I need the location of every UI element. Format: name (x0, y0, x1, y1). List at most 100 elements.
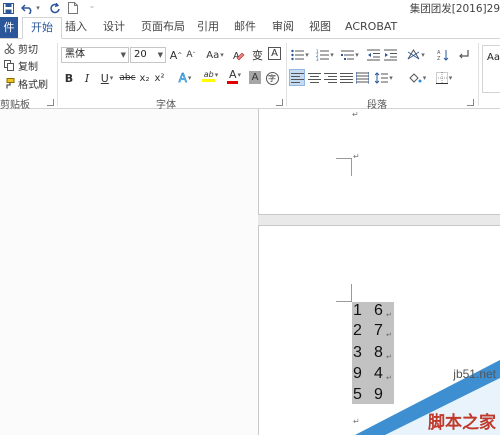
tab-acrobat[interactable]: ACROBAT (343, 17, 399, 38)
text-effects-button[interactable]: A ▾ (174, 70, 196, 86)
show-hide-marks-button[interactable] (457, 47, 471, 63)
number-left[interactable]: 2 (353, 322, 362, 340)
increase-indent-icon (383, 49, 397, 61)
character-border-button[interactable]: A (268, 47, 281, 60)
bullets-icon (291, 49, 305, 61)
title-bar: ▾ ⁼ 集团团发[2016]29 (0, 0, 500, 17)
chinese-layout-icon (407, 49, 420, 60)
tab-references[interactable]: 引用 (195, 17, 221, 38)
numbering-button[interactable]: 1 2 3 ▾ (314, 47, 336, 63)
group-divider (286, 43, 287, 106)
paint-bucket-icon (409, 73, 422, 83)
font-size-select[interactable]: 20 ▼ (130, 47, 166, 63)
character-shading-button[interactable]: A (249, 71, 261, 84)
line-spacing-button[interactable]: ▾ (373, 70, 395, 86)
font-name-select[interactable]: 黑体 ▼ (61, 47, 129, 63)
borders-icon (435, 72, 448, 84)
crop-mark (351, 158, 352, 176)
ribbon-tabs: 件 开始 插入 设计 页面布局 引用 邮件 审阅 视图 ACROBAT (0, 17, 500, 39)
justify-button[interactable] (339, 70, 353, 86)
align-center-button[interactable] (307, 70, 321, 86)
phonetic-guide-button[interactable]: 变 (251, 47, 264, 63)
document-title: 集团团发[2016]29 (409, 3, 500, 15)
number-left[interactable]: 1 (353, 302, 362, 320)
tab-file[interactable]: 件 (0, 17, 18, 38)
align-center-icon (307, 72, 321, 84)
undo-dropdown-icon[interactable]: ▾ (35, 1, 41, 15)
format-painter-label: 格式刷 (18, 79, 48, 91)
paragraph-launcher-icon[interactable] (467, 99, 474, 106)
font-launcher-icon[interactable] (276, 99, 283, 106)
sort-button[interactable]: AZ (436, 47, 450, 63)
justify-icon (339, 72, 353, 84)
undo-icon[interactable] (20, 1, 34, 15)
number-right[interactable]: 7 (374, 322, 383, 340)
chinese-layout-button[interactable]: ▾ (405, 47, 427, 63)
tab-home[interactable]: 开始 (22, 17, 62, 39)
watermark-name: 脚本之家 (428, 413, 496, 433)
italic-button[interactable]: I (82, 70, 92, 86)
bold-button[interactable]: B (64, 70, 74, 86)
copy-button[interactable]: 复制 (4, 58, 38, 73)
paragraph-mark: ↵ (386, 331, 392, 339)
tab-mailings[interactable]: 邮件 (232, 17, 258, 38)
ribbon-home: 剪切 复制 格式刷 剪贴板 黑体 ▼ 20 ▼ A ^ Aˇ Aa ▾ A 变 A … (0, 38, 500, 111)
clear-formatting-button[interactable]: A (232, 47, 245, 63)
paragraph-mark: ↵ (352, 110, 359, 119)
copy-icon (4, 59, 15, 71)
redo-icon[interactable] (47, 1, 61, 15)
format-painter-button[interactable]: 格式刷 (4, 76, 48, 91)
watermark-site: jb51.net (453, 367, 496, 381)
align-left-icon (290, 72, 304, 84)
borders-button[interactable]: ▾ (433, 70, 455, 86)
group-divider (57, 43, 58, 106)
decrease-indent-button[interactable] (366, 47, 380, 63)
multilevel-list-button[interactable]: ▾ (339, 47, 361, 63)
number-right[interactable]: 6 (374, 302, 383, 320)
shrink-font-button[interactable]: Aˇ (185, 47, 197, 63)
clipboard-launcher-icon[interactable] (47, 99, 54, 106)
highlight-color-button[interactable]: ab ▾ (199, 68, 223, 84)
style-normal-preview[interactable]: AaB (482, 45, 500, 93)
superscript-button[interactable]: x² (153, 70, 166, 86)
chevron-down-icon: ▼ (120, 51, 126, 59)
save-icon[interactable] (2, 1, 14, 15)
crop-mark (351, 284, 352, 302)
strikethrough-button[interactable]: abc (119, 70, 136, 86)
enclose-characters-button[interactable]: 字 (265, 70, 279, 86)
change-case-button[interactable]: Aa ▾ (204, 47, 226, 63)
clear-formatting-icon: A (233, 51, 244, 61)
font-color-button[interactable]: A ▾ (225, 68, 245, 84)
tab-review[interactable]: 审阅 (270, 17, 296, 38)
tab-view[interactable]: 视图 (307, 17, 333, 38)
highlight-swatch (202, 79, 215, 82)
underline-button[interactable]: U ▾ (97, 70, 117, 86)
align-right-button[interactable] (323, 70, 337, 86)
numbering-icon: 123 (316, 49, 330, 61)
line-spacing-icon (375, 72, 389, 84)
multilevel-list-icon (341, 50, 355, 60)
align-right-icon (323, 72, 337, 84)
tab-page-layout[interactable]: 页面布局 (139, 17, 187, 38)
paragraph-mark: ↵ (386, 311, 392, 319)
new-document-icon[interactable] (67, 1, 79, 15)
svg-text:3: 3 (316, 57, 319, 61)
cut-label: 剪切 (18, 44, 38, 56)
customize-qa-icon[interactable]: ⁼ (88, 1, 96, 15)
cut-button[interactable]: 剪切 (4, 41, 38, 56)
chevron-down-icon: ▼ (157, 51, 163, 59)
tab-design[interactable]: 设计 (101, 17, 127, 38)
shading-button[interactable]: ▾ (405, 70, 429, 86)
scissors-icon (4, 42, 15, 54)
distributed-button[interactable] (355, 70, 369, 86)
decrease-indent-icon (366, 49, 380, 61)
tab-insert[interactable]: 插入 (63, 17, 89, 38)
subscript-button[interactable]: x₂ (138, 70, 151, 86)
bullets-button[interactable]: ▾ (289, 47, 311, 63)
align-left-button[interactable] (289, 69, 305, 86)
increase-indent-button[interactable] (383, 47, 397, 63)
page-margin-area (0, 109, 258, 435)
format-painter-icon (4, 77, 15, 89)
grow-font-button[interactable]: A ^ (170, 47, 183, 63)
page-previous[interactable] (258, 109, 500, 215)
